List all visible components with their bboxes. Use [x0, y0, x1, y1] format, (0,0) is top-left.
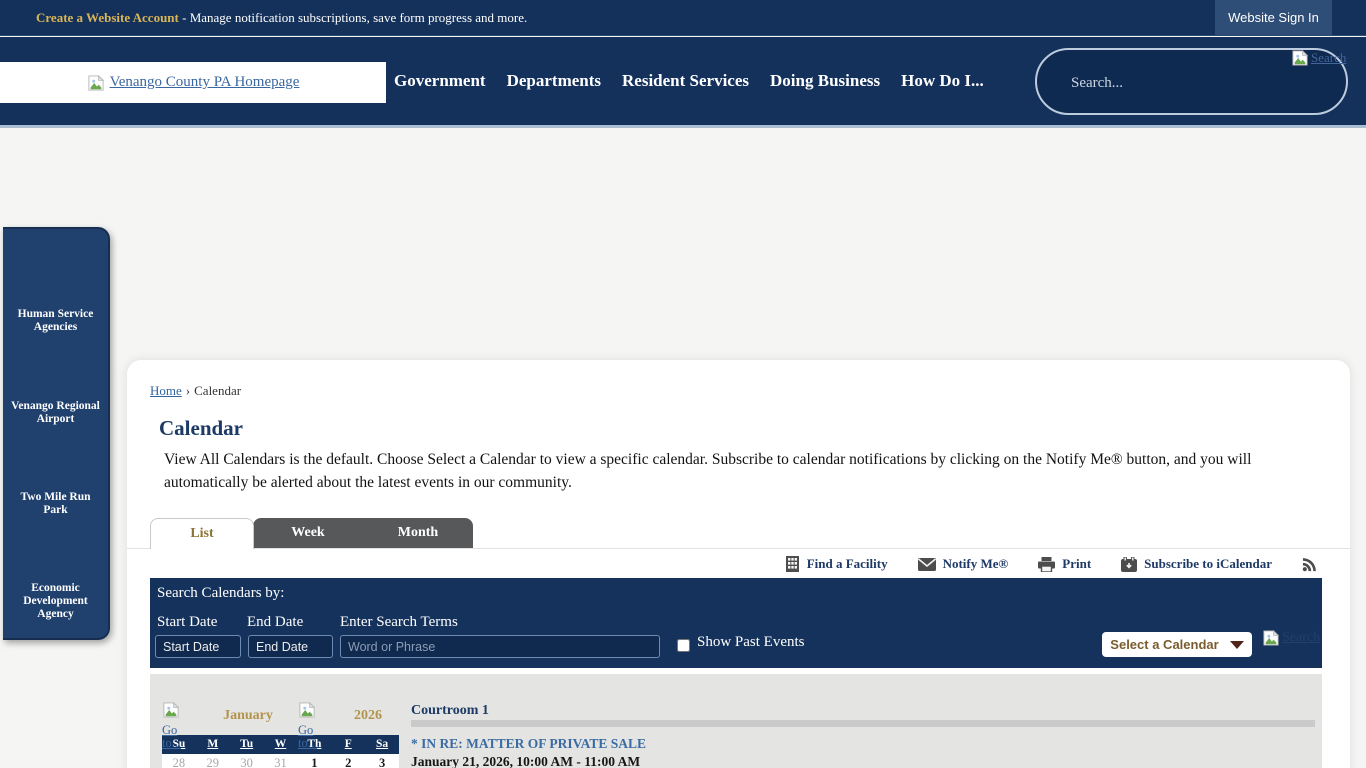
event-datetime: January 21, 2026, 10:00 AM - 11:00 AM: [411, 754, 640, 768]
day-header-friday: F: [331, 735, 365, 754]
facility-grid-icon: [785, 556, 800, 572]
nav-item-departments[interactable]: Departments: [504, 67, 604, 95]
calendar-date-cell[interactable]: 1: [297, 754, 331, 768]
end-date-label: End Date: [247, 614, 303, 631]
mini-calendar-day-header-row: Su M Tu W Th F Sa: [162, 735, 399, 754]
site-logo[interactable]: Venango County PA Homepage: [0, 62, 386, 103]
website-sign-in-button[interactable]: Website Sign In: [1215, 0, 1332, 35]
day-header-wednesday: W: [264, 735, 298, 754]
main-content-card: Home › Calendar Calendar View All Calendar…: [127, 360, 1350, 768]
find-a-facility-label: Find a Facility: [807, 556, 888, 572]
printer-icon: [1038, 557, 1055, 572]
event-list-divider: [411, 720, 1315, 727]
previous-month-alt-text: Go to...: [162, 724, 186, 750]
page-intro-text: View All Calendars is the default. Choos…: [164, 448, 1292, 494]
sidebar-item-economic-development-agency[interactable]: Economic Development Agency: [3, 582, 108, 622]
calendar-toolbar: Find a Facility Notify Me® Print: [127, 550, 1350, 578]
rss-button[interactable]: [1302, 557, 1317, 572]
search-terms-input[interactable]: [340, 635, 660, 658]
account-promo-text: Create a Website Account - Manage notifi…: [36, 10, 527, 26]
calendar-date-cell[interactable]: 31: [264, 754, 298, 768]
calendar-search-submit-label: Search: [1282, 630, 1320, 646]
day-header-tuesday: Tu: [230, 735, 264, 754]
mini-calendar-date-row: 28 29 30 31 1 2 3: [162, 754, 399, 768]
main-navigation: Government Departments Resident Services…: [391, 37, 987, 125]
nav-item-resident-services[interactable]: Resident Services: [619, 67, 752, 95]
header-search-submit[interactable]: Search: [1291, 50, 1346, 66]
day-header-saturday: Sa: [365, 735, 399, 754]
calendar-date-cell[interactable]: 29: [196, 754, 230, 768]
account-promo-suffix: - Manage notification subscriptions, sav…: [179, 10, 527, 25]
mini-calendar-month: January: [204, 708, 292, 724]
broken-image-icon: [1291, 50, 1309, 66]
nav-item-doing-business[interactable]: Doing Business: [767, 67, 883, 95]
breadcrumb: Home › Calendar: [150, 383, 241, 399]
next-month-alt-text: Go to...: [298, 724, 322, 750]
subscribe-icalendar-label: Subscribe to iCalendar: [1144, 556, 1272, 572]
broken-image-icon: [298, 702, 316, 718]
mini-calendar-year: 2026: [342, 708, 394, 724]
event-calendar-name: Courtroom 1: [411, 703, 489, 719]
notify-me-label: Notify Me®: [943, 556, 1009, 572]
tab-week[interactable]: Week: [253, 518, 363, 548]
header-search-submit-label: Search: [1311, 50, 1346, 66]
envelope-icon: [918, 558, 936, 571]
find-a-facility-button[interactable]: Find a Facility: [785, 556, 888, 572]
sidebar-item-venango-regional-airport[interactable]: Venango Regional Airport: [3, 400, 108, 426]
tab-divider-line: [127, 548, 1350, 549]
broken-image-icon: [162, 702, 180, 718]
chevron-down-icon: [1230, 641, 1244, 649]
top-utility-bar: Create a Website Account - Manage notifi…: [0, 0, 1366, 36]
event-title-link[interactable]: * IN RE: MATTER OF PRIVATE SALE: [411, 736, 646, 752]
broken-image-icon: [1262, 630, 1280, 646]
next-month-button[interactable]: Go to...: [298, 702, 322, 750]
subscribe-icalendar-button[interactable]: Subscribe to iCalendar: [1121, 556, 1272, 572]
previous-month-button[interactable]: Go to...: [162, 702, 186, 750]
select-a-calendar-label: Select a Calendar: [1110, 637, 1218, 652]
homepage-link[interactable]: Venango County PA Homepage: [110, 74, 300, 91]
calendar-search-panel: Search Calendars by: Start Date End Date…: [150, 578, 1322, 668]
site-header: Venango County PA Homepage Government De…: [0, 37, 1366, 128]
print-label: Print: [1062, 556, 1091, 572]
calendar-date-cell[interactable]: 2: [331, 754, 365, 768]
calendar-date-cell[interactable]: 28: [162, 754, 196, 768]
nav-item-government[interactable]: Government: [391, 67, 489, 95]
show-past-events-checkbox[interactable]: [677, 639, 690, 652]
header-search-input[interactable]: [1071, 68, 1291, 98]
print-button[interactable]: Print: [1038, 556, 1091, 572]
select-a-calendar-dropdown[interactable]: Select a Calendar: [1102, 632, 1252, 657]
calendar-results-area: Go to... January Go to... 2026 Su M Tu W…: [150, 674, 1322, 768]
broken-image-icon: [87, 75, 105, 91]
nav-item-how-do-i[interactable]: How Do I...: [898, 67, 987, 95]
day-header-monday: M: [196, 735, 230, 754]
start-date-input[interactable]: [155, 635, 241, 658]
calendar-search-submit[interactable]: Search: [1262, 630, 1320, 646]
start-date-label: Start Date: [157, 614, 217, 631]
breadcrumb-current: Calendar: [194, 383, 241, 398]
breadcrumb-separator: ›: [186, 383, 190, 398]
page-title: Calendar: [159, 416, 243, 441]
search-terms-label: Enter Search Terms: [340, 614, 458, 631]
breadcrumb-home-link[interactable]: Home: [150, 383, 182, 398]
create-account-link[interactable]: Create a Website Account: [36, 10, 179, 25]
rss-icon: [1302, 557, 1317, 572]
tab-list-active[interactable]: List: [150, 518, 254, 549]
end-date-input[interactable]: [248, 635, 333, 658]
calendar-date-cell[interactable]: 30: [230, 754, 264, 768]
calendar-date-cell[interactable]: 3: [365, 754, 399, 768]
search-calendars-heading: Search Calendars by:: [157, 585, 284, 602]
quick-links-sidebar: Human Service Agencies Venango Regional …: [3, 227, 110, 640]
show-past-events-label: Show Past Events: [697, 634, 805, 651]
view-tabs-strip: Week Month: [253, 518, 473, 548]
sidebar-item-two-mile-run-park[interactable]: Two Mile Run Park: [3, 491, 108, 517]
calendar-subscribe-icon: [1121, 557, 1137, 572]
tab-month[interactable]: Month: [363, 518, 473, 548]
notify-me-button[interactable]: Notify Me®: [918, 556, 1009, 572]
sidebar-item-human-service-agencies[interactable]: Human Service Agencies: [3, 308, 108, 334]
